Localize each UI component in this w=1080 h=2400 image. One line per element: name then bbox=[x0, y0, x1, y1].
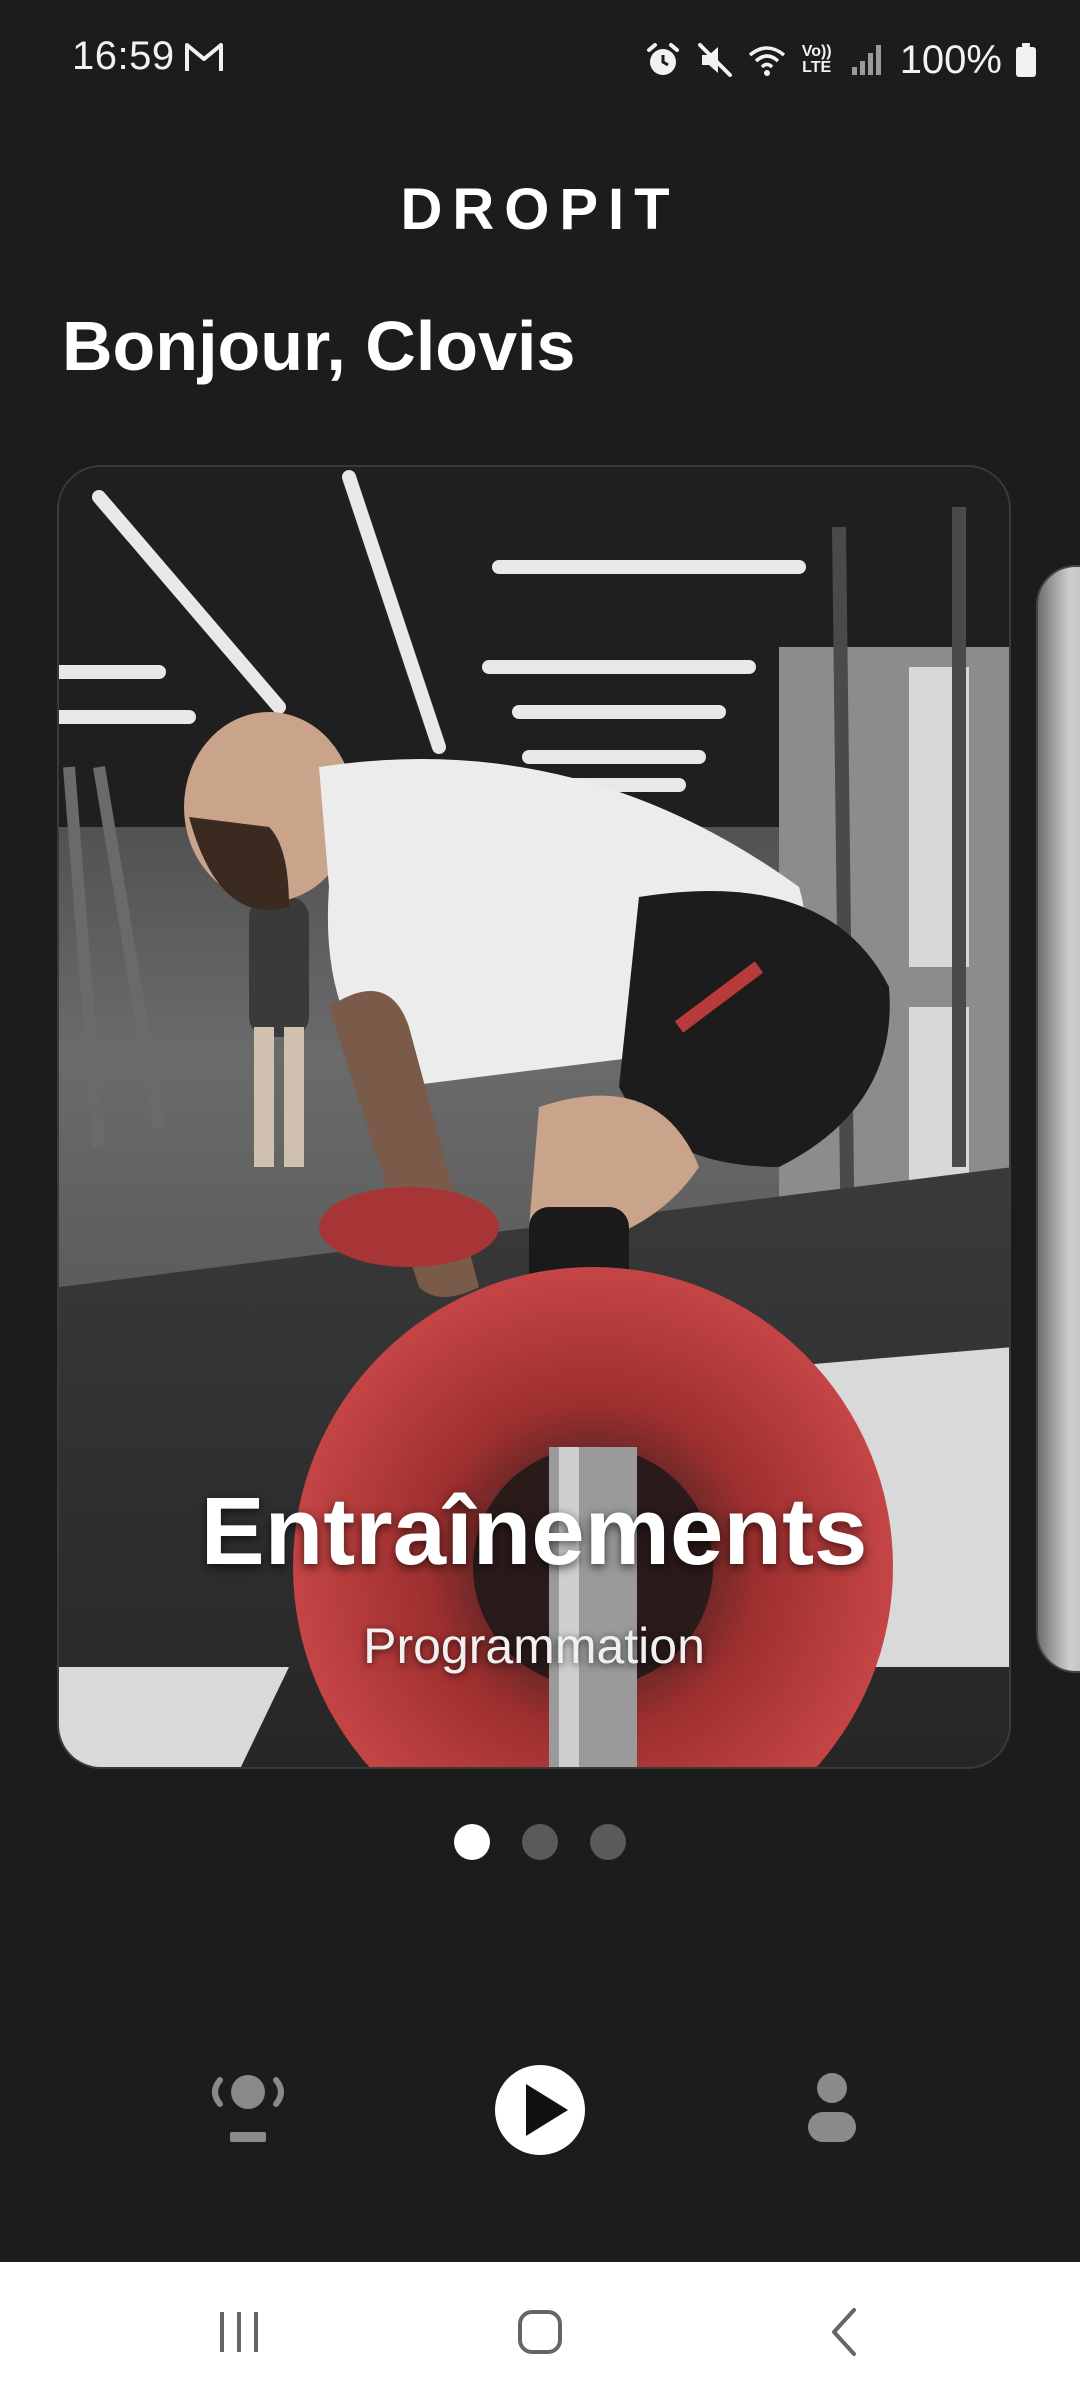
status-bar: 16:59 Vo)) LTE 100% bbox=[0, 0, 1080, 120]
back-icon bbox=[832, 2308, 856, 2356]
profile-icon bbox=[808, 2073, 856, 2142]
volte-icon: Vo)) LTE bbox=[801, 43, 832, 76]
carousel-pagination bbox=[0, 1824, 1080, 1860]
back-button[interactable] bbox=[806, 2292, 886, 2372]
greeting-title: Bonjour, Clovis bbox=[62, 307, 576, 385]
mute-icon bbox=[697, 43, 732, 77]
carousel-card-workouts[interactable]: Entraînements Programmation bbox=[57, 465, 1011, 1769]
play-icon bbox=[495, 2065, 585, 2155]
card-subtitle: Programmation bbox=[363, 1618, 705, 1674]
wifi-icon bbox=[748, 46, 785, 76]
pagination-dot-1[interactable] bbox=[454, 1824, 490, 1860]
system-navigation-bar bbox=[0, 2262, 1080, 2400]
card-title: Entraînements bbox=[200, 1478, 868, 1585]
battery-icon bbox=[1016, 43, 1036, 77]
gmail-icon bbox=[185, 43, 223, 71]
signal-icon bbox=[851, 45, 881, 75]
bottom-navigation bbox=[0, 2040, 1080, 2200]
carousel-next-card[interactable] bbox=[1036, 565, 1080, 1673]
app-logo-text: DROPIT bbox=[400, 177, 680, 242]
pagination-dot-3[interactable] bbox=[590, 1824, 626, 1860]
nav-coach-button[interactable] bbox=[178, 2040, 318, 2180]
status-time: 16:59 bbox=[72, 34, 175, 78]
pagination-dot-2[interactable] bbox=[522, 1824, 558, 1860]
recent-apps-button[interactable] bbox=[200, 2292, 280, 2372]
alarm-icon bbox=[646, 43, 679, 75]
nav-play-button[interactable] bbox=[470, 2040, 610, 2180]
home-icon bbox=[518, 2310, 562, 2354]
coach-icon bbox=[212, 2075, 284, 2142]
battery-percent: 100% bbox=[899, 37, 1002, 82]
home-button[interactable] bbox=[500, 2292, 580, 2372]
recent-apps-icon bbox=[220, 2312, 258, 2352]
nav-profile-button[interactable] bbox=[762, 2040, 902, 2180]
